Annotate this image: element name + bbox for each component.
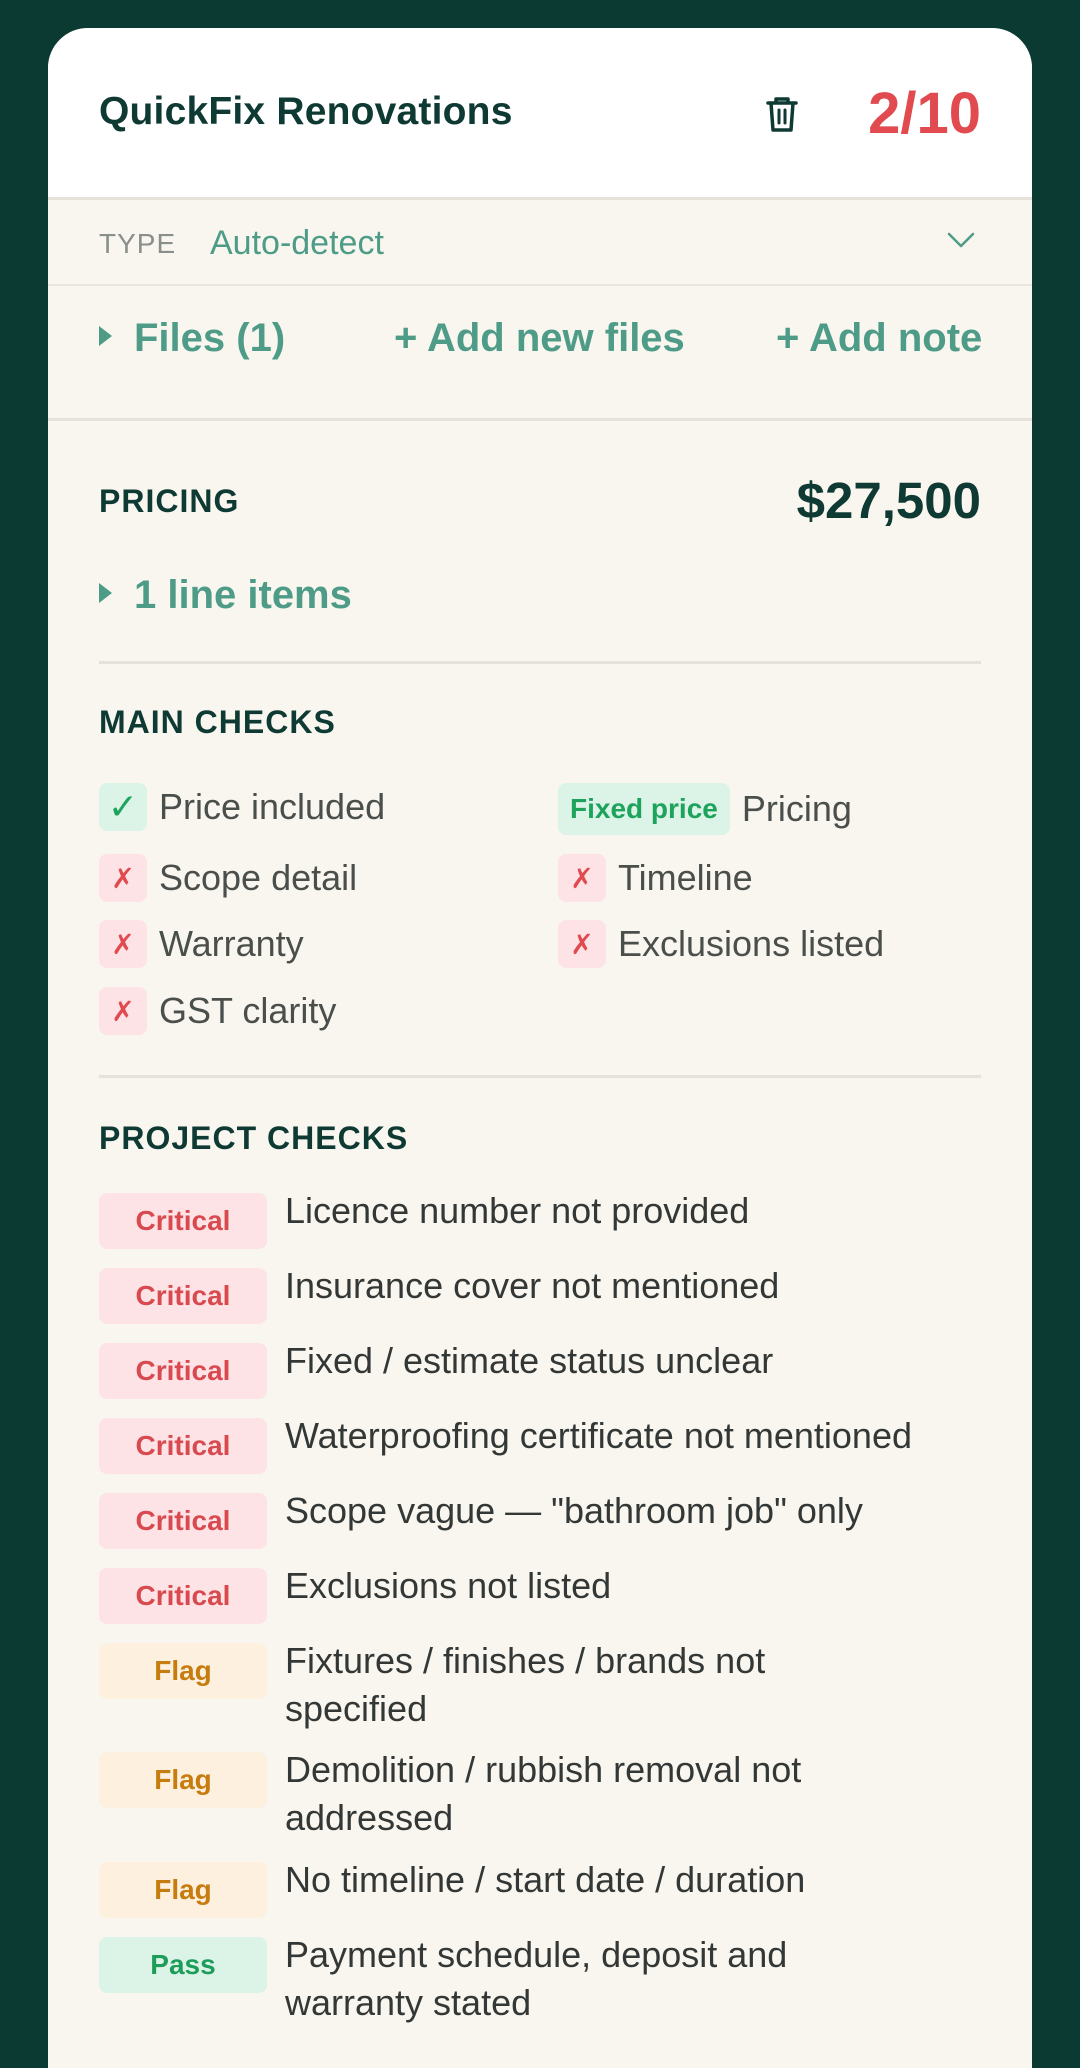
check-label: Timeline (618, 857, 753, 898)
project-check-row: Critical Insurance cover not mentioned (99, 1265, 992, 1324)
pricing-total: $27,500 (796, 472, 981, 529)
check-fail-icon: ✗ (99, 987, 147, 1035)
main-checks-title: MAIN CHECKS (99, 704, 336, 740)
project-check-text: Licence number not provided (285, 1190, 750, 1231)
severity-badge: Critical (99, 1193, 267, 1249)
check-price-included: ✓ Price included (99, 783, 385, 831)
chevron-down-icon[interactable] (946, 230, 976, 250)
project-check-text: Insurance cover not mentioned (285, 1265, 780, 1306)
check-label: GST clarity (159, 990, 337, 1031)
severity-badge: Flag (99, 1752, 267, 1808)
project-check-text: Scope vague — "bathroom job" only (285, 1490, 863, 1531)
check-pass-icon: ✓ (99, 783, 147, 831)
severity-badge: Critical (99, 1493, 267, 1549)
project-check-row: Flag Demolition / rubbish removal not ad… (99, 1749, 992, 1842)
trash-icon[interactable] (760, 92, 804, 136)
check-pricing: Fixed price Pricing (558, 783, 852, 835)
add-note-button[interactable]: + Add note (776, 316, 982, 361)
type-selector[interactable]: TYPE Auto-detect (48, 200, 1032, 286)
files-toggle[interactable]: Files (1) (99, 316, 285, 361)
severity-badge: Critical (99, 1568, 267, 1624)
project-checks-section: PROJECT CHECKS Critical Licence number n… (48, 1078, 1032, 2068)
check-gst-clarity: ✗ GST clarity (99, 987, 336, 1035)
project-check-row: Pass Payment schedule, deposit and warra… (99, 1934, 992, 2027)
project-check-text: Exclusions not listed (285, 1565, 612, 1606)
fixed-price-badge: Fixed price (558, 783, 730, 835)
severity-badge: Flag (99, 1643, 267, 1699)
files-label: Files (1) (134, 316, 286, 360)
check-exclusions-listed: ✗ Exclusions listed (558, 920, 884, 968)
files-row: Files (1) + Add new files + Add note (48, 286, 1032, 421)
pricing-section: PRICING $27,500 1 line items (48, 421, 1032, 661)
card-header: QuickFix Renovations 2/10 (48, 28, 1032, 200)
quote-card: QuickFix Renovations 2/10 TYPE Auto-dete… (48, 28, 1032, 2068)
check-label: Price included (159, 786, 386, 827)
project-check-text: Demolition / rubbish removal not address… (285, 1749, 802, 1838)
pricing-title: PRICING (99, 483, 240, 519)
quote-score: 2/10 (868, 81, 981, 146)
project-check-text: Fixtures / finishes / brands not specifi… (285, 1640, 766, 1729)
project-check-text: Fixed / estimate status unclear (285, 1340, 774, 1381)
project-check-row: Flag No timeline / start date / duration (99, 1859, 992, 1918)
severity-badge: Critical (99, 1268, 267, 1324)
check-warranty: ✗ Warranty (99, 920, 304, 968)
project-check-text: Payment schedule, deposit and warranty s… (285, 1934, 788, 2023)
check-fail-icon: ✗ (558, 854, 606, 902)
check-label: Scope detail (159, 857, 358, 898)
severity-badge: Critical (99, 1418, 267, 1474)
project-check-row: Critical Fixed / estimate status unclear (99, 1340, 992, 1399)
project-check-row: Critical Scope vague — "bathroom job" on… (99, 1490, 992, 1549)
project-check-row: Critical Exclusions not listed (99, 1565, 992, 1624)
check-label: Warranty (159, 923, 304, 964)
add-files-button[interactable]: + Add new files (394, 316, 685, 361)
check-scope-detail: ✗ Scope detail (99, 854, 357, 902)
project-check-row: Critical Licence number not provided (99, 1190, 992, 1249)
line-items-toggle[interactable]: 1 line items (99, 573, 352, 618)
expand-triangle-icon (99, 583, 112, 603)
quote-title: QuickFix Renovations (99, 90, 513, 133)
check-label: Pricing (741, 788, 852, 829)
check-timeline: ✗ Timeline (558, 854, 753, 902)
project-check-text: Waterproofing certificate not mentioned (285, 1415, 912, 1456)
severity-badge: Flag (99, 1862, 267, 1918)
project-checks-title: PROJECT CHECKS (99, 1120, 409, 1156)
check-fail-icon: ✗ (99, 854, 147, 902)
project-check-row: Flag Fixtures / finishes / brands not sp… (99, 1640, 992, 1733)
project-check-row: Critical Waterproofing certificate not m… (99, 1415, 992, 1474)
expand-triangle-icon (99, 326, 112, 346)
check-fail-icon: ✗ (99, 920, 147, 968)
severity-badge: Critical (99, 1343, 267, 1399)
type-label: TYPE (99, 228, 177, 259)
type-value[interactable]: Auto-detect (210, 224, 384, 263)
project-check-text: No timeline / start date / duration (285, 1859, 806, 1900)
check-fail-icon: ✗ (558, 920, 606, 968)
main-checks-section: MAIN CHECKS ✓ Price included Fixed price… (48, 664, 1032, 1075)
check-label: Exclusions listed (618, 923, 885, 964)
severity-badge: Pass (99, 1937, 267, 1993)
line-items-label: 1 line items (134, 573, 352, 617)
